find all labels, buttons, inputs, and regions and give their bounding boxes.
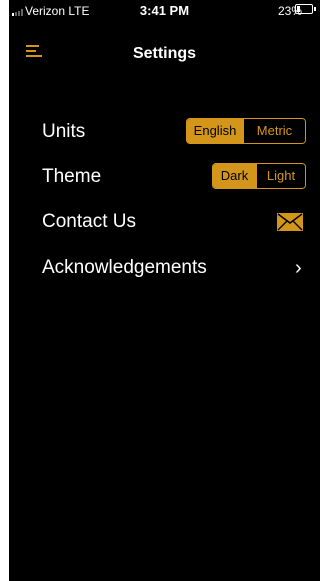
acknowledgements-label[interactable]: Acknowledgements: [42, 257, 207, 279]
contact-us-label[interactable]: Contact Us: [42, 211, 136, 233]
status-bar: Verizon LTE 3:41 PM 23%: [9, 0, 320, 22]
theme-light-option[interactable]: Light: [256, 164, 305, 188]
envelope-icon[interactable]: [277, 213, 303, 231]
units-english-option[interactable]: English: [187, 119, 243, 143]
theme-segmented-control: Dark Light: [212, 163, 306, 189]
units-segmented-control: English Metric: [186, 118, 306, 144]
battery-tip: [314, 7, 316, 11]
units-label: Units: [42, 121, 86, 142]
page-title: Settings: [132, 45, 197, 62]
theme-dark-option[interactable]: Dark: [213, 164, 256, 188]
status-time: 3:41 PM: [139, 3, 190, 18]
chevron-right-icon[interactable]: ›: [295, 257, 302, 280]
settings-screen: Verizon LTE 3:41 PM 23% Settings Units E…: [9, 0, 320, 581]
theme-label: Theme: [42, 166, 102, 187]
units-metric-option[interactable]: Metric: [243, 119, 305, 143]
battery-icon: [295, 4, 313, 14]
